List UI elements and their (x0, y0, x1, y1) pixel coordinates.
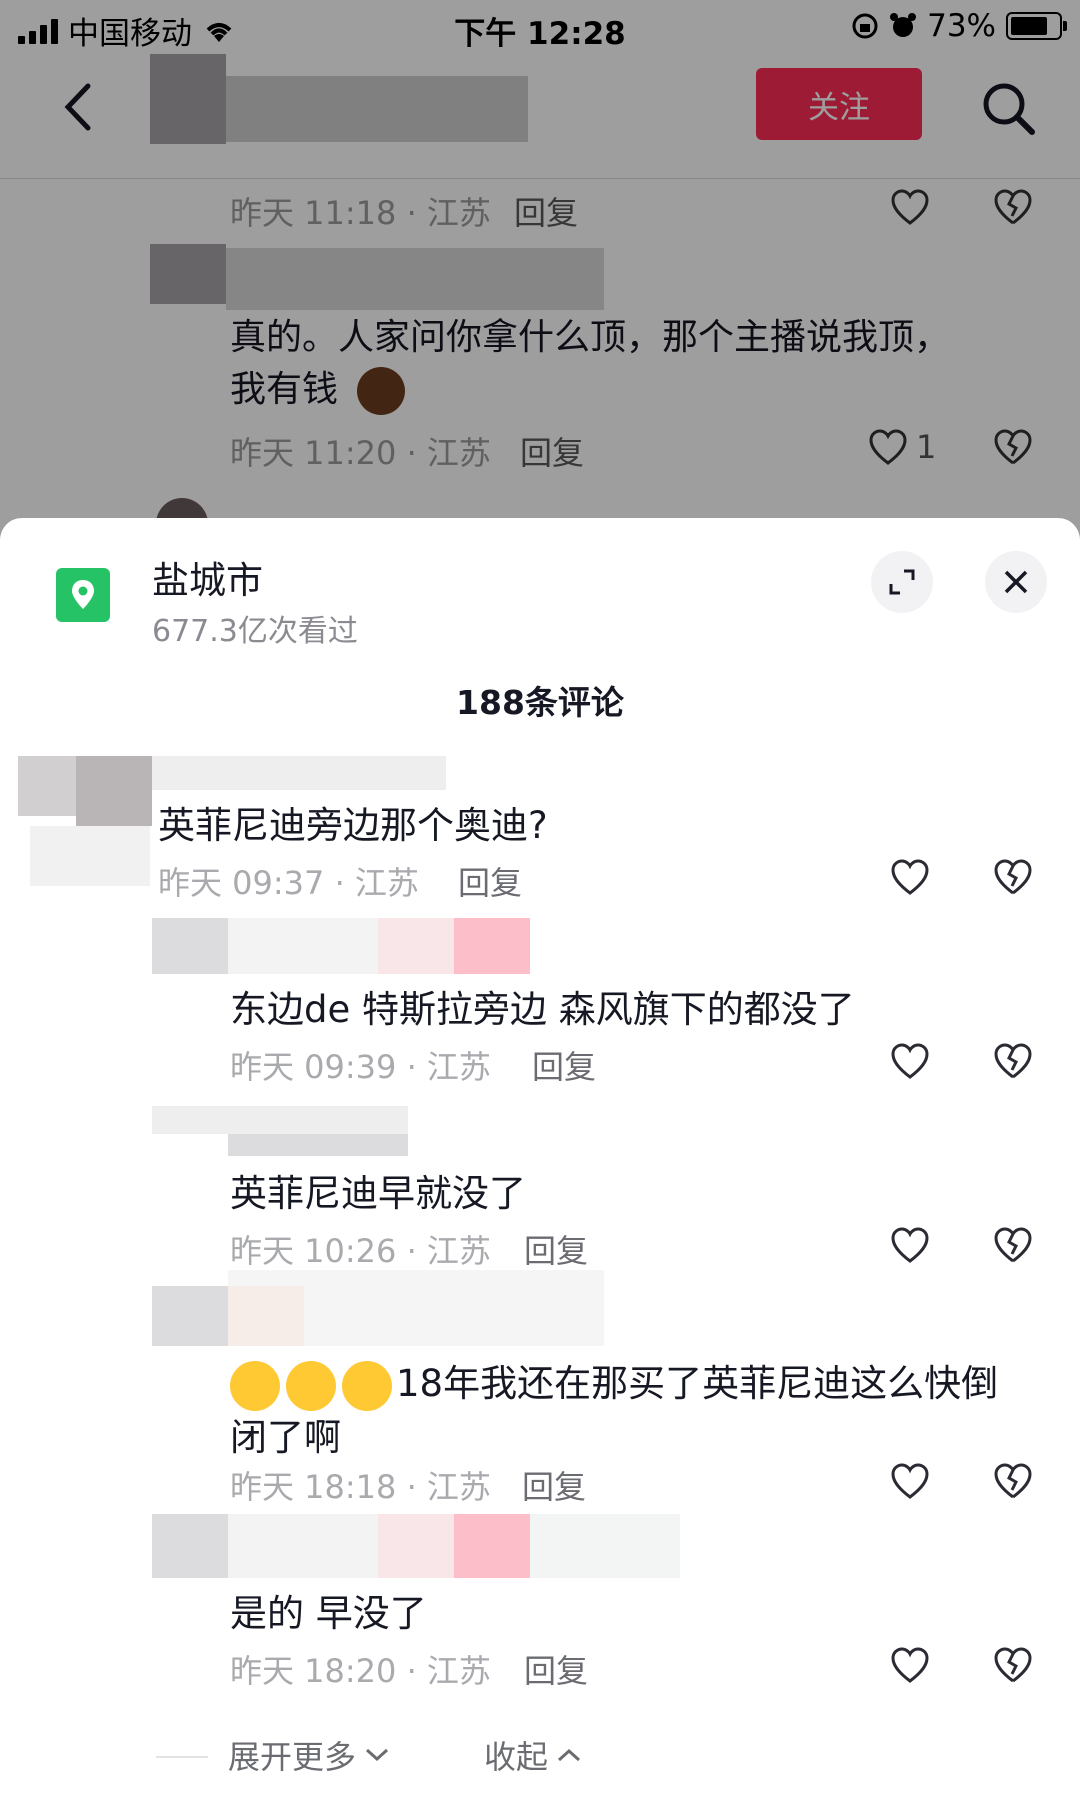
modal-overlay[interactable] (0, 0, 1080, 540)
laughing-crying-emoji-icon (342, 1360, 392, 1411)
comment-meta: 昨天 09:39 · 江苏 (230, 1048, 491, 1086)
expand-more-label: 展开更多 (228, 1738, 357, 1776)
reply-button[interactable]: 回复 (524, 1226, 588, 1272)
blurred-username (228, 1134, 408, 1156)
comment-text: 英菲尼迪早就没了 (230, 1172, 526, 1215)
comment-meta: 昨天 18:18 · 江苏 (230, 1468, 491, 1506)
expand-button[interactable] (871, 551, 933, 613)
dislike-broken-heart-icon[interactable] (993, 858, 1033, 898)
like-heart-icon[interactable] (890, 1462, 930, 1502)
comment-text: 是的 早没了 (230, 1592, 427, 1635)
dislike-broken-heart-icon[interactable] (993, 1226, 1033, 1266)
collapse-label: 收起 (484, 1738, 549, 1776)
dislike-broken-heart-icon[interactable] (993, 1646, 1033, 1686)
blurred-username (228, 918, 378, 974)
collapse-button[interactable]: 收起 (484, 1732, 582, 1778)
laughing-crying-emoji-icon (230, 1360, 280, 1411)
comments-sheet: 盐城市 677.3亿次看过 188条评论 英菲尼迪旁边那个奥迪? 昨天 09:3… (0, 518, 1080, 1797)
like-heart-icon[interactable] (890, 1646, 930, 1686)
blurred-username (228, 1514, 378, 1578)
reply-button[interactable]: 回复 (522, 1462, 586, 1508)
close-button[interactable] (985, 551, 1047, 613)
dislike-broken-heart-icon[interactable] (993, 1462, 1033, 1502)
reply-button[interactable]: 回复 (524, 1646, 588, 1692)
reply-button[interactable]: 回复 (458, 858, 522, 904)
like-heart-icon[interactable] (890, 1226, 930, 1266)
comment-text: 英菲尼迪旁边那个奥迪? (158, 804, 548, 847)
blurred-avatar (152, 1106, 408, 1134)
comment-meta: 昨天 09:37 · 江苏 (158, 864, 419, 902)
expand-icon (889, 569, 915, 595)
location-pin-icon (56, 568, 110, 622)
comment-text: 18年我还在那买了英菲尼迪这么快倒 (230, 1358, 998, 1411)
dislike-broken-heart-icon[interactable] (993, 1042, 1033, 1082)
like-heart-icon[interactable] (890, 1042, 930, 1082)
blurred-avatar (152, 1514, 228, 1578)
chevron-down-icon (366, 1748, 389, 1762)
blurred-username (152, 756, 446, 790)
close-icon (1004, 570, 1028, 594)
like-heart-icon[interactable] (890, 858, 930, 898)
comment-text: 东边de 特斯拉旁边 森风旗下的都没了 (230, 988, 855, 1031)
blurred-avatar (152, 918, 228, 974)
laughing-crying-emoji-icon (286, 1360, 336, 1411)
comment-meta: 昨天 10:26 · 江苏 (230, 1232, 491, 1270)
comment-meta: 昨天 18:20 · 江苏 (230, 1652, 491, 1690)
expand-more-button[interactable]: 展开更多 (228, 1732, 390, 1778)
reply-button[interactable]: 回复 (532, 1042, 596, 1088)
blurred-avatar (152, 1286, 228, 1346)
location-name[interactable]: 盐城市 (152, 550, 263, 604)
divider (156, 1756, 208, 1758)
chevron-up-icon (558, 1748, 581, 1762)
comment-count: 188条评论 (456, 683, 624, 722)
comment-text: 闭了啊 (230, 1416, 341, 1459)
view-count: 677.3亿次看过 (152, 614, 358, 649)
